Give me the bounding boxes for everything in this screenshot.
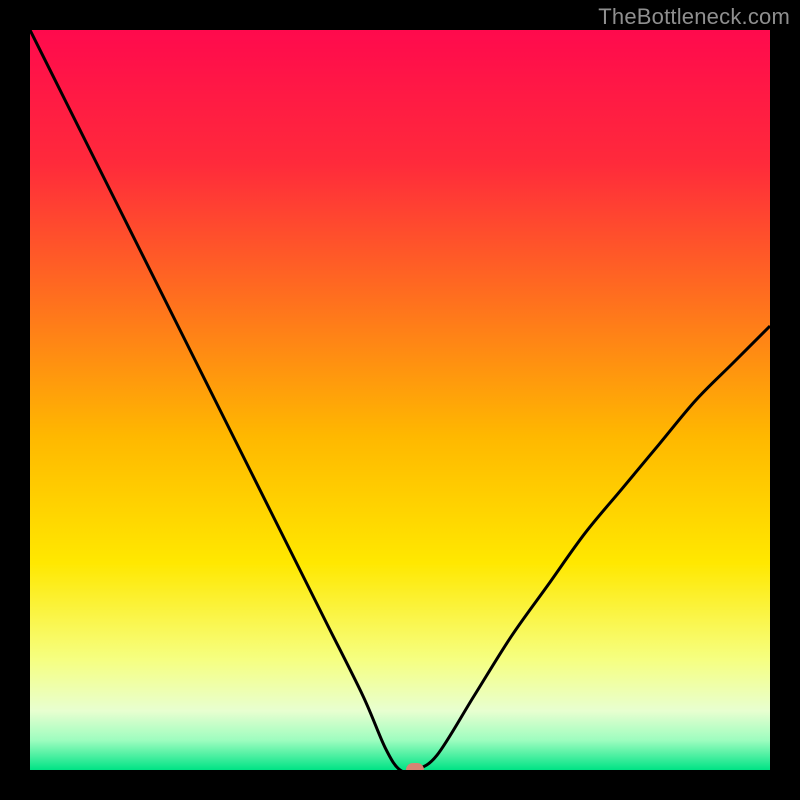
plot-area bbox=[30, 30, 770, 770]
watermark-text: TheBottleneck.com bbox=[598, 4, 790, 30]
chart-frame: TheBottleneck.com bbox=[0, 0, 800, 800]
optimal-point-marker bbox=[406, 763, 424, 770]
bottleneck-curve bbox=[30, 30, 770, 770]
curve-path bbox=[30, 30, 770, 770]
